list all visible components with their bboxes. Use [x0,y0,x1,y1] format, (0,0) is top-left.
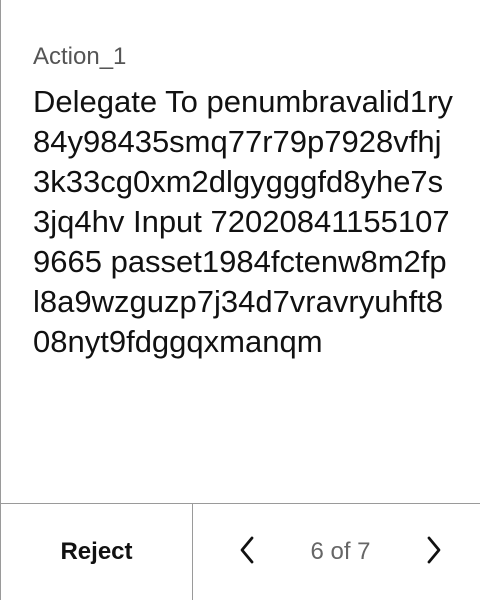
chevron-left-icon [235,534,259,571]
action-content: Action_1 Delegate To penumbravalid1ry84y… [33,42,463,362]
previous-page-button[interactable] [229,534,265,570]
footer-bar: Reject 6 of 7 [1,503,480,600]
action-message: Delegate To penumbravalid1ry84y98435smq7… [33,84,453,359]
transaction-review-screen: Action_1 Delegate To penumbravalid1ry84y… [0,0,480,600]
reject-button[interactable]: Reject [1,504,193,600]
page-indicator: 6 of 7 [310,538,371,565]
action-label: Action_1 [33,43,127,70]
chevron-right-icon [422,534,446,571]
next-page-button[interactable] [416,534,452,570]
pager: 6 of 7 [193,504,480,600]
